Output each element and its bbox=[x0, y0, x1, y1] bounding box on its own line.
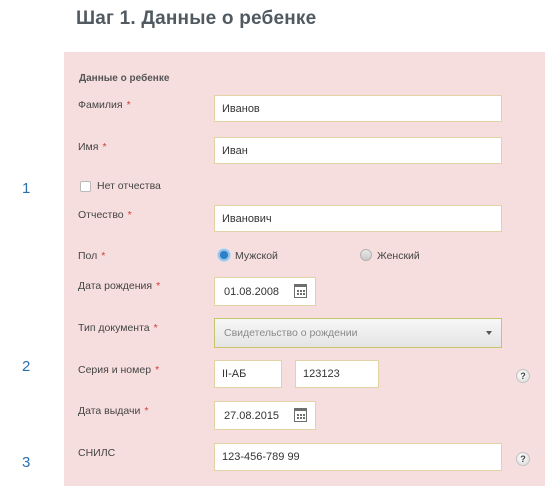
marker-3: 3 bbox=[22, 454, 31, 471]
doc-type-label: Тип документа * bbox=[78, 322, 158, 334]
birth-date-required-mark: * bbox=[156, 280, 161, 292]
patronymic-label-text: Отчество bbox=[78, 209, 124, 221]
doc-type-value: Свидетельство о рождении bbox=[224, 327, 358, 339]
birth-date-label: Дата рождения * bbox=[78, 280, 160, 292]
series-number-label-text: Серия и номер bbox=[78, 364, 152, 376]
snils-help-icon[interactable]: ? bbox=[516, 452, 530, 466]
birth-date-field[interactable]: 01.08.2008 bbox=[214, 277, 316, 306]
name-label-text: Имя bbox=[78, 141, 99, 153]
section-heading: Данные о ребенке bbox=[79, 73, 170, 84]
no-patronymic-label[interactable]: Нет отчества bbox=[97, 180, 161, 192]
patronymic-input[interactable] bbox=[214, 205, 502, 232]
calendar-icon[interactable] bbox=[294, 284, 307, 298]
snils-label: СНИЛС bbox=[78, 447, 115, 459]
gender-female-radio[interactable] bbox=[360, 249, 372, 261]
gender-required-mark: * bbox=[101, 250, 106, 262]
snils-input[interactable] bbox=[214, 443, 502, 471]
patronymic-required-mark: * bbox=[127, 209, 132, 221]
name-label: Имя * bbox=[78, 141, 107, 153]
chevron-down-icon bbox=[486, 331, 492, 335]
series-input[interactable] bbox=[214, 360, 282, 388]
series-help-icon[interactable]: ? bbox=[516, 369, 530, 383]
snils-label-text: СНИЛС bbox=[78, 447, 116, 459]
marker-1: 1 bbox=[22, 180, 31, 197]
doc-type-label-text: Тип документа bbox=[78, 322, 150, 334]
birth-date-label-text: Дата рождения bbox=[78, 280, 153, 292]
doc-type-required-mark: * bbox=[153, 322, 158, 334]
calendar-icon[interactable] bbox=[294, 408, 307, 422]
issue-date-label: Дата выдачи * bbox=[78, 405, 148, 417]
name-required-mark: * bbox=[102, 141, 107, 153]
number-input[interactable] bbox=[295, 360, 379, 388]
doc-type-select[interactable]: Свидетельство о рождении bbox=[214, 318, 502, 348]
issue-date-value: 27.08.2015 bbox=[224, 410, 280, 422]
series-number-label: Серия и номер * bbox=[78, 364, 159, 376]
series-number-required-mark: * bbox=[155, 364, 160, 376]
surname-input[interactable] bbox=[214, 95, 502, 122]
name-input[interactable] bbox=[214, 137, 502, 164]
issue-date-field[interactable]: 27.08.2015 bbox=[214, 401, 316, 430]
gender-label-text: Пол bbox=[78, 250, 98, 262]
surname-label: Фамилия * bbox=[78, 99, 131, 111]
surname-required-mark: * bbox=[126, 99, 131, 111]
gender-male-radio[interactable] bbox=[218, 249, 230, 261]
birth-date-value: 01.08.2008 bbox=[224, 286, 280, 298]
surname-label-text: Фамилия bbox=[78, 99, 123, 111]
page-title: Шаг 1. Данные о ребенке bbox=[76, 8, 317, 29]
gender-female-label[interactable]: Женский bbox=[377, 250, 420, 262]
gender-male-label[interactable]: Мужской bbox=[235, 250, 278, 262]
issue-date-label-text: Дата выдачи bbox=[78, 405, 141, 417]
marker-2: 2 bbox=[22, 358, 31, 375]
no-patronymic-checkbox[interactable] bbox=[80, 181, 91, 192]
gender-label: Пол * bbox=[78, 250, 105, 262]
issue-date-required-mark: * bbox=[144, 405, 149, 417]
patronymic-label: Отчество * bbox=[78, 209, 132, 221]
